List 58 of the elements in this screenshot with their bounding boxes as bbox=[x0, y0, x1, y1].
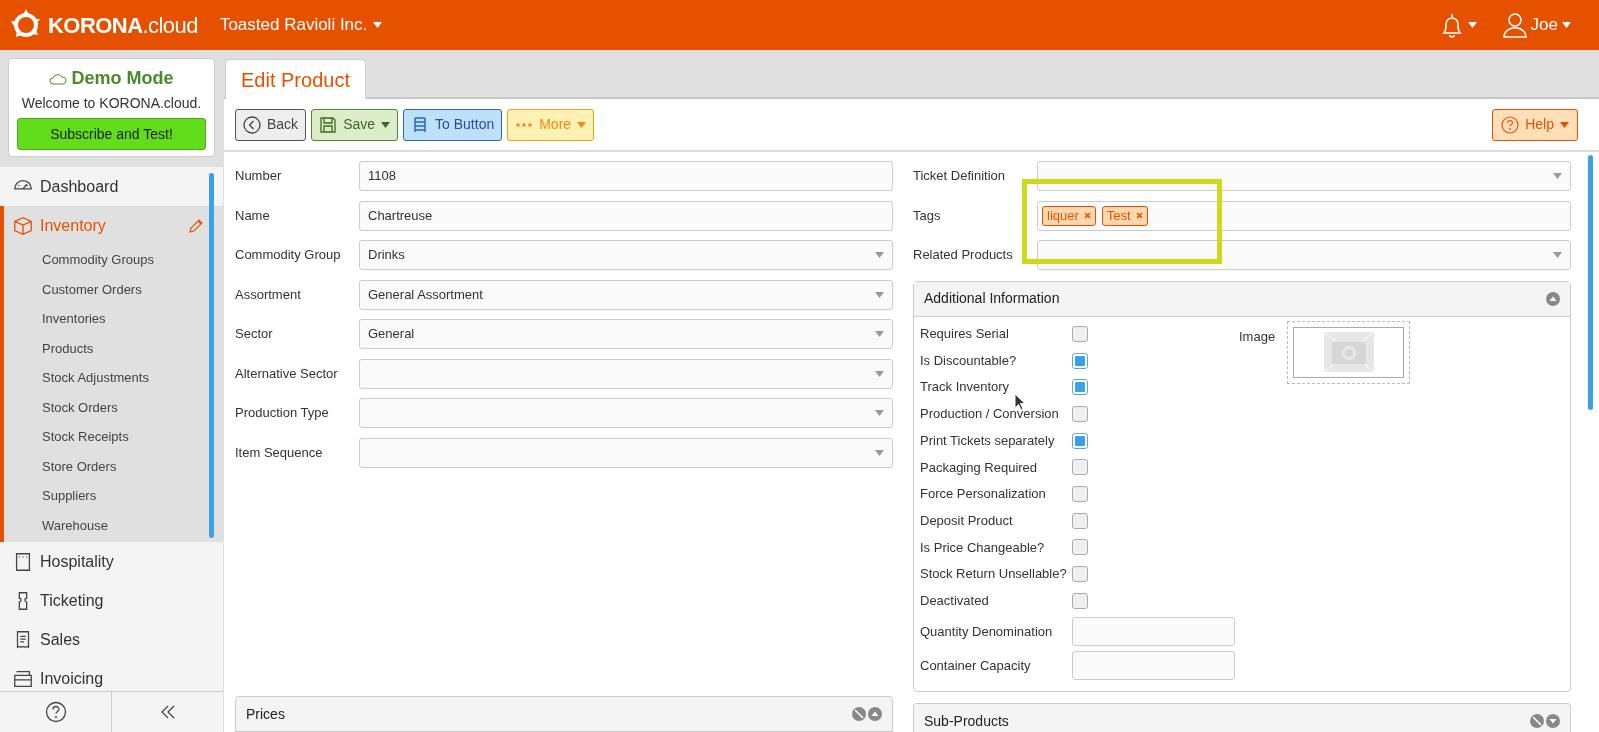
welcome-text: Welcome to KORONA.cloud. bbox=[21, 94, 202, 113]
option-label: Deactivated bbox=[920, 591, 990, 610]
user-menu[interactable]: Joe bbox=[1502, 12, 1571, 38]
sidebar-subitem[interactable]: Commodity Groups bbox=[4, 245, 223, 275]
option-label: Stock Return Unsellable? bbox=[920, 565, 1068, 584]
sidebar-subitem[interactable]: Store Orders bbox=[4, 451, 223, 481]
field-label: Ticket Definition bbox=[913, 167, 1006, 186]
sidebar-item[interactable]: Sales bbox=[0, 620, 223, 659]
field-label: Name bbox=[235, 206, 271, 225]
to-button-button[interactable]: To Button bbox=[403, 108, 503, 141]
sidebar-subitem[interactable]: Customer Orders bbox=[4, 274, 223, 304]
field-label: Sector bbox=[235, 325, 274, 344]
option-label: Force Personalization bbox=[920, 485, 1047, 504]
demo-mode-title: Demo Mode bbox=[71, 67, 174, 90]
select-field[interactable]: General bbox=[359, 319, 893, 349]
save-button[interactable]: Save bbox=[311, 108, 399, 141]
field-label: Production Type bbox=[235, 404, 330, 423]
option-label: Print Tickets separately bbox=[920, 431, 1056, 450]
back-button[interactable]: Back bbox=[235, 108, 307, 141]
input-field[interactable]: Chartreuse bbox=[359, 200, 893, 231]
panel-title: Sub-Products bbox=[924, 711, 1010, 731]
field-label: Image bbox=[1239, 327, 1276, 346]
option-label: Deposit Product bbox=[920, 511, 1014, 530]
brand-logo-text: KORONA.cloud bbox=[48, 11, 198, 40]
input-field[interactable]: 1108 bbox=[359, 161, 893, 191]
option-label: Is Price Changeable? bbox=[920, 538, 1046, 557]
sidebar-subitem[interactable]: Stock Receipts bbox=[4, 422, 223, 452]
select-field[interactable]: General Assortment bbox=[359, 279, 893, 310]
sidebar-subitem[interactable]: Inventories bbox=[4, 304, 223, 334]
option-label: Is Discountable? bbox=[920, 351, 1018, 370]
tab[interactable]: Edit Product bbox=[225, 59, 366, 99]
sidebar-item[interactable]: Invoicing bbox=[0, 659, 223, 691]
option-label: Packaging Required bbox=[920, 458, 1039, 477]
field-label: Commodity Group bbox=[235, 246, 342, 265]
field-label: Quantity Denomination bbox=[920, 622, 1054, 641]
field-label: Related Products bbox=[913, 246, 1014, 265]
select-field[interactable]: Drinks bbox=[359, 240, 893, 270]
sidebar-subitem[interactable]: Products bbox=[4, 333, 223, 363]
sidebar-item[interactable]: Ticketing bbox=[0, 581, 223, 620]
field-label: Item Sequence bbox=[235, 443, 324, 462]
sidebar-subitem[interactable]: Stock Adjustments bbox=[4, 363, 223, 393]
field-label: Tags bbox=[913, 206, 942, 225]
sidebar-item[interactable]: Hospitality bbox=[0, 542, 223, 581]
option-label: Track Inventory bbox=[920, 378, 1011, 397]
sidebar-subitem[interactable]: Suppliers bbox=[4, 481, 223, 511]
subscribe-button[interactable]: Subscribe and Test! bbox=[17, 118, 206, 150]
field-label: Alternative Sector bbox=[235, 364, 339, 383]
sidebar-item[interactable]: Dashboard bbox=[0, 167, 223, 206]
panel-title: Prices bbox=[246, 704, 286, 724]
option-label: Production / Conversion bbox=[920, 405, 1060, 424]
sidebar-subitem[interactable]: Warehouse bbox=[4, 510, 223, 540]
company-dropdown[interactable]: Toasted Ravioli Inc. bbox=[219, 12, 383, 38]
sidebar-subitem[interactable]: Stock Orders bbox=[4, 392, 223, 422]
field-label: Number bbox=[235, 167, 283, 186]
panel-title: Additional Information bbox=[924, 289, 1061, 308]
field-label: Container Capacity bbox=[920, 657, 1032, 676]
option-label: Requires Serial bbox=[920, 325, 1010, 344]
field-label: Assortment bbox=[235, 285, 302, 304]
